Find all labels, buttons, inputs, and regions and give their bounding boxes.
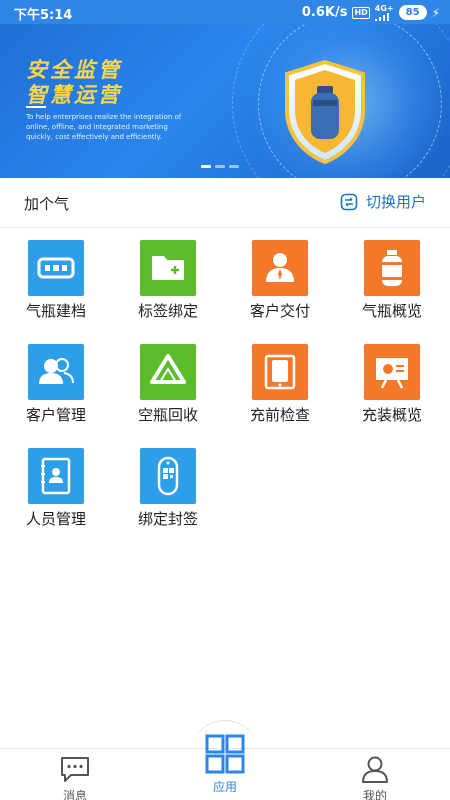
app-bind-seal[interactable]: 绑定封签 (112, 444, 224, 544)
tab-messages[interactable]: 消息 (30, 755, 120, 800)
charging-icon: ⚡ (431, 5, 440, 20)
app-cylinder-overview[interactable]: 气瓶概览 (336, 236, 448, 336)
hd-icon: HD (352, 6, 370, 19)
banner-divider (26, 106, 46, 108)
app-customer-management[interactable]: 客户管理 (0, 340, 112, 440)
status-time: 下午5:14 (14, 8, 73, 23)
app-empty-recycle[interactable]: 空瓶回收 (112, 340, 224, 440)
company-name: 加个气 (24, 195, 70, 213)
switch-icon (340, 193, 358, 210)
tab-mine[interactable]: 我的 (330, 755, 420, 800)
phone-check-icon (252, 344, 308, 400)
app-label: 空瓶回收 (137, 406, 198, 424)
network-speed: 0.6K/s (301, 5, 348, 20)
cylinder-file-icon (28, 240, 84, 296)
presentation-icon (364, 344, 420, 400)
user-icon (362, 756, 388, 783)
app-label: 客户管理 (25, 406, 86, 424)
customer-icon (252, 240, 308, 296)
gas-cylinder-icon (364, 240, 420, 296)
carousel-indicator (201, 165, 239, 168)
grid-icon (205, 734, 245, 774)
app-label: 气瓶概览 (361, 302, 422, 320)
qr-tag-icon (140, 448, 196, 504)
tab-label: 我的 (362, 789, 387, 800)
app-pre-fill-check[interactable]: 充前检查 (224, 340, 336, 440)
carousel-dot[interactable] (229, 165, 239, 168)
switch-user-button[interactable]: 切换用户 (340, 191, 426, 212)
recycle-icon (140, 344, 196, 400)
banner-title-line1: 安全监管 (26, 58, 122, 82)
app-label: 人员管理 (25, 510, 86, 528)
app-filling-overview[interactable]: 充装概览 (336, 340, 448, 440)
app-label: 充装概览 (361, 406, 422, 424)
user-row: 加个气 切换用户 (0, 178, 450, 228)
users-icon (28, 344, 84, 400)
banner-title: 安全监管 智慧运营 (26, 58, 122, 108)
shield-cylinder-icon (285, 60, 365, 164)
app-staff-management[interactable]: 人员管理 (0, 444, 112, 544)
app-label: 充前检查 (249, 406, 310, 424)
banner-carousel[interactable]: 安全监管 智慧运营 To help enterprises realize th… (0, 24, 450, 178)
app-label: 客户交付 (249, 302, 310, 320)
status-indicators: 0.6K/s HD 4G+ 85 ⚡ (302, 4, 440, 21)
app-label: 标签绑定 (137, 302, 198, 320)
tab-label: 消息 (62, 789, 87, 800)
battery-level: 85 (405, 7, 420, 18)
carousel-dot[interactable] (215, 165, 225, 168)
folder-plus-icon (140, 240, 196, 296)
carousel-dot[interactable] (201, 165, 211, 168)
tab-apps[interactable]: 应用 (180, 734, 270, 795)
banner-subtitle: To help enterprises realize the integrat… (26, 113, 182, 141)
battery-icon: 85 (398, 5, 427, 20)
contact-book-icon (28, 448, 84, 504)
chat-icon (61, 757, 89, 782)
signal-icon: 4G+ (374, 4, 394, 21)
app-label: 绑定封签 (137, 510, 198, 528)
app-label: 气瓶建档 (25, 302, 86, 320)
tab-label: 应用 (212, 780, 237, 794)
switch-user-label: 切换用户 (365, 193, 426, 211)
app-tag-binding[interactable]: 标签绑定 (112, 236, 224, 336)
network-type: 4G+ (374, 4, 394, 13)
app-cylinder-archive[interactable]: 气瓶建档 (0, 236, 112, 336)
banner-title-line2: 智慧运营 (26, 83, 122, 107)
app-customer-delivery[interactable]: 客户交付 (224, 236, 336, 336)
status-bar: 下午5:14 0.6K/s HD 4G+ 85 ⚡ (0, 0, 450, 24)
